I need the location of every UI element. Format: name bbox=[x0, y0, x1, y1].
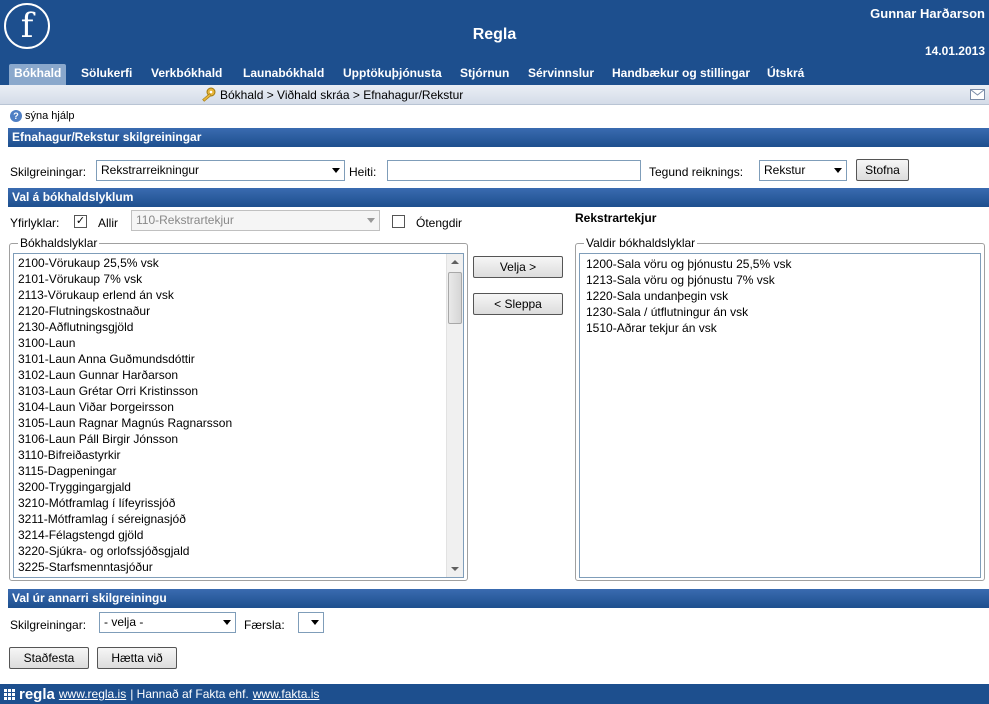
nav-item-servinnslur[interactable]: Sérvinnslur bbox=[528, 66, 594, 80]
list-item[interactable]: 2113-Vörukaup erlend án vsk bbox=[14, 287, 448, 303]
name-label: Heiti: bbox=[349, 165, 377, 179]
nav-item-launabokhald[interactable]: Launabókhald bbox=[243, 66, 324, 80]
parent-key-value: 110-Rekstrartekjur bbox=[136, 213, 234, 227]
list-item[interactable]: 3106-Laun Páll Birgir Jónsson bbox=[14, 431, 448, 447]
release-button[interactable]: < Sleppa bbox=[473, 293, 563, 315]
all-label: Allir bbox=[98, 216, 118, 230]
list-item[interactable]: 1220-Sala undanþegin vsk bbox=[582, 288, 791, 304]
available-accounts-scrollbar[interactable] bbox=[446, 254, 463, 577]
list-item[interactable]: 1213-Sala vöru og þjónustu 7% vsk bbox=[582, 272, 791, 288]
parent-keys-label: Yfirlyklar: bbox=[10, 216, 60, 230]
list-item[interactable]: 3110-Bifreiðastyrkir bbox=[14, 447, 448, 463]
nav-item-stjornun[interactable]: Stjórnun bbox=[460, 66, 509, 80]
selected-accounts-legend: Valdir bókhaldslyklar bbox=[584, 236, 698, 250]
show-help-link[interactable]: ? sýna hjálp bbox=[10, 110, 75, 122]
scroll-down-icon[interactable] bbox=[447, 561, 463, 577]
selected-accounts-list[interactable]: 1200-Sala vöru og þjónustu 25,5% vsk 121… bbox=[579, 253, 981, 578]
selected-accounts-fieldset: Valdir bókhaldslyklar 1200-Sala vöru og … bbox=[575, 236, 985, 581]
chevron-down-icon bbox=[834, 168, 842, 173]
key-icon bbox=[202, 87, 216, 102]
available-accounts-fieldset: Bókhaldslyklar 2100-Vörukaup 25,5% vsk 2… bbox=[9, 236, 468, 581]
confirm-button[interactable]: Staðfesta bbox=[9, 647, 89, 669]
create-button[interactable]: Stofna bbox=[856, 159, 909, 181]
current-date: 14.01.2013 bbox=[924, 44, 985, 58]
user-name: Gunnar Harðarson bbox=[870, 6, 985, 21]
unlinked-label: Ótengdir bbox=[416, 216, 463, 230]
nav-item-handbaekur[interactable]: Handbækur og stillingar bbox=[612, 66, 750, 80]
footer-brand: regla bbox=[19, 685, 55, 703]
nav-item-utskra[interactable]: Útskrá bbox=[767, 66, 804, 80]
regla-link[interactable]: www.regla.is bbox=[59, 687, 126, 701]
list-item[interactable]: 3102-Laun Gunnar Harðarson bbox=[14, 367, 448, 383]
app-title: Regla bbox=[472, 26, 517, 43]
footer-text: | Hannað af Fakta ehf. bbox=[130, 687, 249, 701]
list-item[interactable]: 2101-Vörukaup 7% vsk bbox=[14, 271, 448, 287]
footer: regla www.regla.is | Hannað af Fakta ehf… bbox=[0, 684, 989, 704]
list-item[interactable]: 3104-Laun Viðar Þorgeirsson bbox=[14, 399, 448, 415]
list-item[interactable]: 1200-Sala vöru og þjónustu 25,5% vsk bbox=[582, 256, 791, 272]
chevron-down-icon bbox=[223, 620, 231, 625]
breadcrumb: Bókhald > Viðhald skráa > Efnahagur/Reks… bbox=[220, 88, 464, 102]
fakta-link[interactable]: www.fakta.is bbox=[253, 687, 320, 701]
help-icon: ? bbox=[10, 110, 22, 122]
available-accounts-legend: Bókhaldslyklar bbox=[18, 236, 100, 250]
parent-key-select[interactable]: 110-Rekstrartekjur bbox=[131, 210, 380, 231]
list-item[interactable]: 1230-Sala / útflutningur án vsk bbox=[582, 304, 791, 320]
list-item[interactable]: 3103-Laun Grétar Orri Kristinsson bbox=[14, 383, 448, 399]
list-item[interactable]: 1510-Aðrar tekjur án vsk bbox=[582, 320, 791, 336]
list-item[interactable]: 3105-Laun Ragnar Magnús Ragnarsson bbox=[14, 415, 448, 431]
list-item[interactable]: 3210-Mótframlag í lífeyrissjóð bbox=[14, 495, 448, 511]
nav-item-upptokuthjonusta[interactable]: Upptökuþjónusta bbox=[343, 66, 442, 80]
list-item[interactable]: 2100-Vörukaup 25,5% vsk bbox=[14, 255, 448, 271]
chevron-down-icon bbox=[311, 620, 319, 625]
account-type-select[interactable]: Rekstur bbox=[759, 160, 847, 181]
nav-item-solukerfi[interactable]: Sölukerfi bbox=[81, 66, 132, 80]
chevron-down-icon bbox=[332, 168, 340, 173]
selected-group-title: Rekstrartekjur bbox=[575, 211, 657, 225]
definitions-label: Skilgreiningar: bbox=[10, 165, 87, 179]
name-input[interactable] bbox=[387, 160, 641, 181]
chevron-down-icon bbox=[367, 218, 375, 223]
selected-accounts-items: 1200-Sala vöru og þjónustu 25,5% vsk 121… bbox=[582, 256, 791, 336]
account-type-label: Tegund reiknings: bbox=[649, 165, 744, 179]
nav-item-verkbokhald[interactable]: Verkbókhald bbox=[151, 66, 222, 80]
scroll-up-icon[interactable] bbox=[447, 254, 463, 270]
entry-label: Færsla: bbox=[244, 618, 285, 632]
other-definitions-label: Skilgreiningar: bbox=[10, 618, 87, 632]
cancel-button[interactable]: Hætta við bbox=[97, 647, 177, 669]
list-item[interactable]: 2130-Aðflutningsgjöld bbox=[14, 319, 448, 335]
main-nav: Bókhald Sölukerfi Verkbókhald Launabókha… bbox=[0, 62, 989, 85]
list-item[interactable]: 3100-Laun bbox=[14, 335, 448, 351]
regla-grid-icon bbox=[4, 688, 15, 700]
available-accounts-list[interactable]: 2100-Vörukaup 25,5% vsk 2101-Vörukaup 7%… bbox=[13, 253, 464, 578]
scroll-thumb[interactable] bbox=[448, 272, 462, 324]
section-header-account-selection: Val á bókhaldslyklum bbox=[8, 188, 989, 207]
list-item[interactable]: 3101-Laun Anna Guðmundsdóttir bbox=[14, 351, 448, 367]
list-item[interactable]: 3200-Tryggingargjald bbox=[14, 479, 448, 495]
help-label: sýna hjálp bbox=[25, 110, 75, 122]
section-header-definitions: Efnahagur/Rekstur skilgreiningar bbox=[8, 128, 989, 147]
list-item[interactable]: 3211-Mótframlag í séreignasjóð bbox=[14, 511, 448, 527]
all-checkbox[interactable]: ✓ bbox=[74, 215, 87, 228]
mail-icon[interactable] bbox=[970, 89, 985, 100]
app-header: f Regla Gunnar Harðarson 14.01.2013 bbox=[0, 0, 989, 62]
entry-select[interactable] bbox=[298, 612, 324, 633]
other-definitions-value: - velja - bbox=[104, 615, 144, 629]
breadcrumb-bar: Bókhald > Viðhald skráa > Efnahagur/Reks… bbox=[0, 85, 989, 105]
select-button[interactable]: Velja > bbox=[473, 256, 563, 278]
list-item[interactable]: 3214-Félagstengd gjöld bbox=[14, 527, 448, 543]
list-item[interactable]: 3115-Dagpeningar bbox=[14, 463, 448, 479]
account-type-value: Rekstur bbox=[764, 163, 806, 177]
list-item[interactable]: 3220-Sjúkra- og orlofssjóðsgjald bbox=[14, 543, 448, 559]
nav-item-bokhald[interactable]: Bókhald bbox=[9, 64, 67, 85]
available-accounts-items: 2100-Vörukaup 25,5% vsk 2101-Vörukaup 7%… bbox=[14, 255, 448, 575]
definitions-select[interactable]: Rekstrarreikningur bbox=[96, 160, 345, 181]
list-item[interactable]: 2120-Flutningskostnaður bbox=[14, 303, 448, 319]
section-header-other-definition: Val úr annarri skilgreiningu bbox=[8, 589, 989, 608]
definitions-select-value: Rekstrarreikningur bbox=[101, 163, 200, 177]
other-definitions-select[interactable]: - velja - bbox=[99, 612, 236, 633]
unlinked-checkbox[interactable] bbox=[392, 215, 405, 228]
list-item[interactable]: 3225-Starfsmenntasjóður bbox=[14, 559, 448, 575]
